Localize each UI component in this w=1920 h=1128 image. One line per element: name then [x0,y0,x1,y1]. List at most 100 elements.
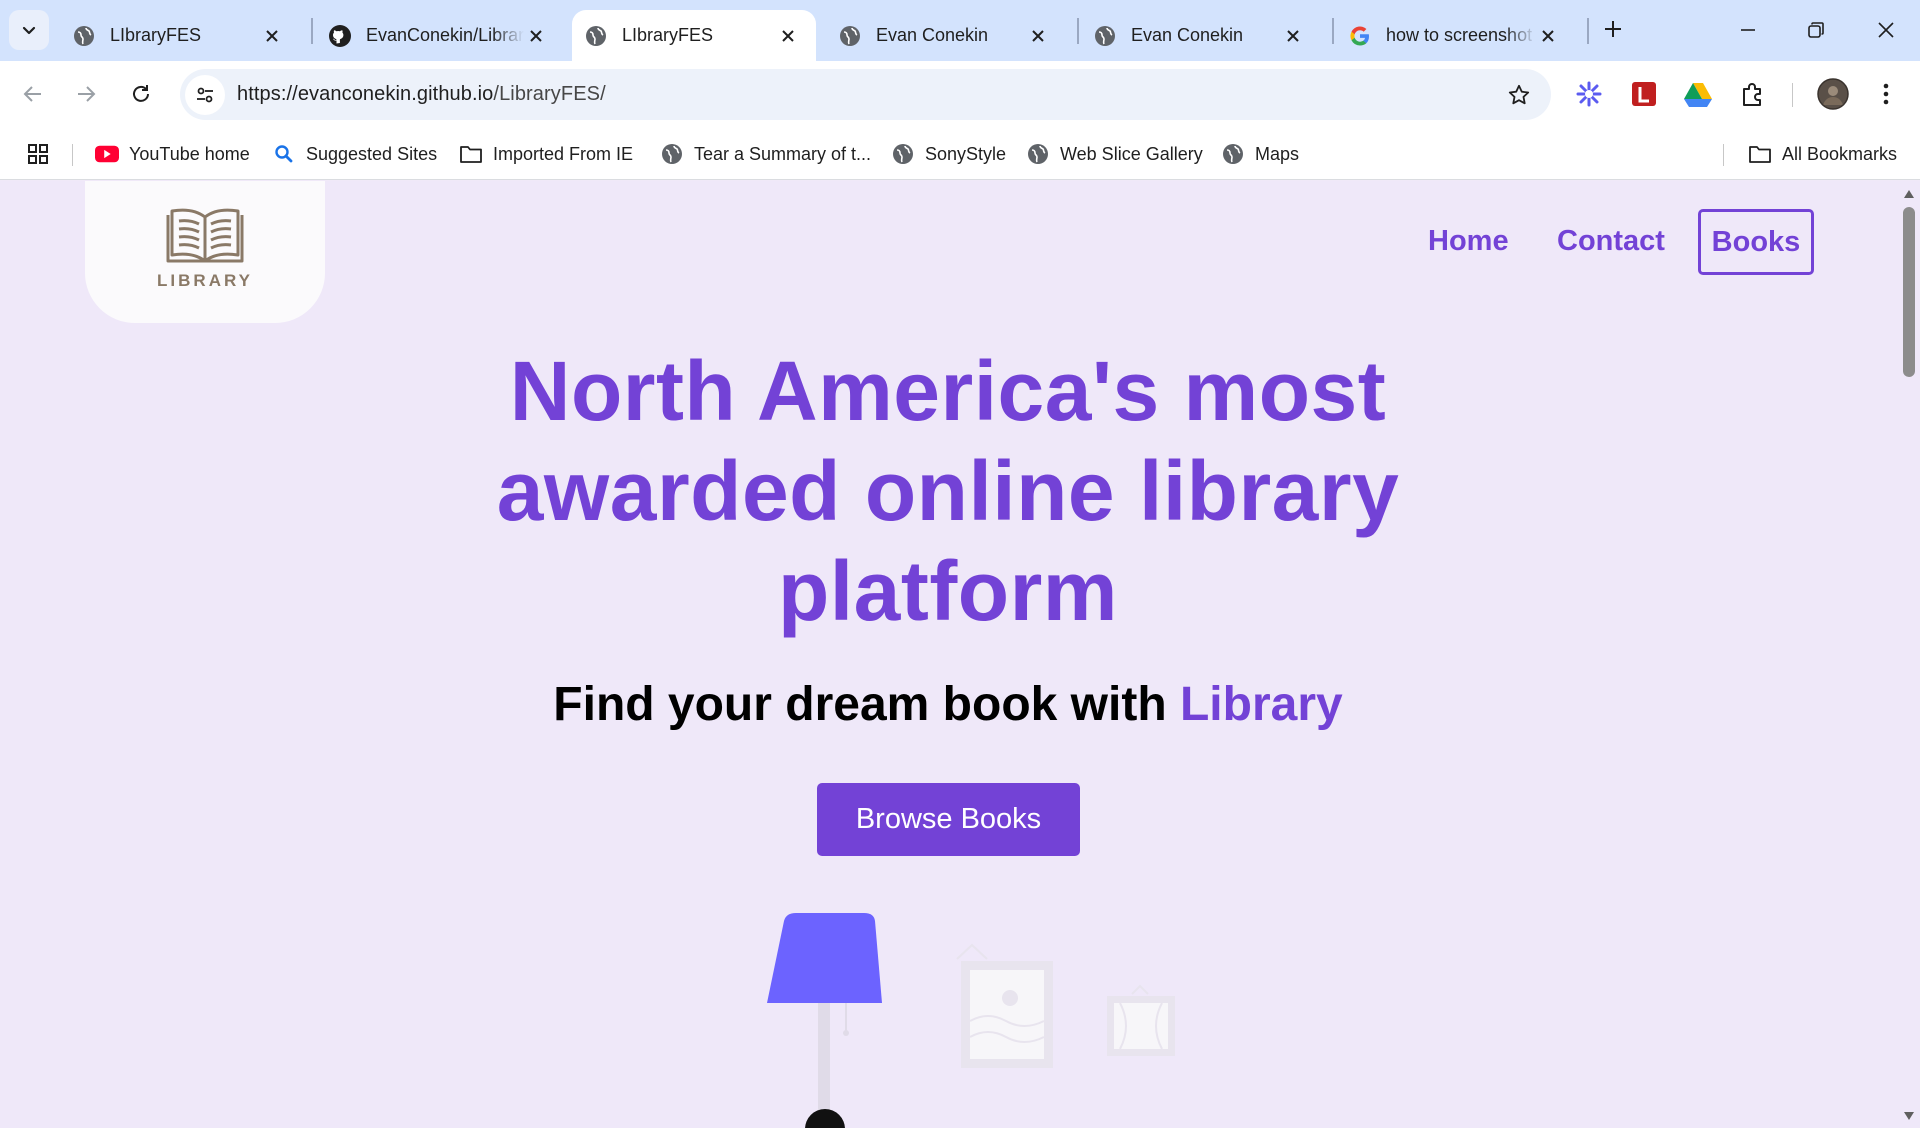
reload-button[interactable] [121,74,161,114]
close-icon[interactable] [1536,24,1560,48]
restore-button[interactable] [1796,10,1836,50]
site-logo[interactable]: LIBRARY [85,181,325,323]
tab-separator [1077,18,1079,44]
browse-books-label: Browse Books [855,803,1042,835]
google-icon [1348,24,1372,48]
new-tab-button[interactable] [1598,14,1628,44]
all-bookmarks-button[interactable]: All Bookmarks [1748,138,1897,170]
bookmark-label: SonyStyle [925,143,1007,164]
apps-grid-icon [26,142,50,166]
globe-icon [1093,24,1117,48]
close-window-button[interactable] [1866,10,1906,50]
avatar [1817,78,1849,110]
globe-icon [72,24,96,48]
reload-icon [133,85,149,102]
bookmark-web-slice-gallery[interactable]: Web Slice Gallery [1026,138,1203,170]
forward-button[interactable] [66,74,106,114]
url-path: /LibraryFES/ [493,83,606,105]
close-icon[interactable] [776,24,800,48]
tab-search-button[interactable] [9,10,49,50]
arrow-right-icon [78,86,96,102]
back-button[interactable] [13,74,53,114]
bookmark-imported-from-ie[interactable]: Imported From IE [459,138,633,170]
tab-evan-conekin-1[interactable]: Evan Conekin [826,10,1066,61]
tab-github-repo[interactable]: EvanConekin/LibraryFES [316,10,564,61]
extensions-button[interactable] [1734,75,1772,113]
folder-icon [1748,142,1772,166]
bookmark-label: Maps [1255,143,1300,164]
profile-button[interactable] [1814,75,1852,113]
close-icon [1878,22,1894,38]
url-text[interactable]: https://evanconekin.github.io/LibraryFES… [237,83,606,106]
more-vert-icon [1883,83,1889,105]
tab-title: LIbraryFES [622,25,714,45]
globe-icon [660,142,684,166]
bookmark-label: YouTube home [129,143,250,164]
tab-evan-conekin-2[interactable]: Evan Conekin [1081,10,1321,61]
hero-subtitle-accent: Library [1179,678,1343,731]
globe-icon [838,24,862,48]
bookmark-star-button[interactable] [1505,81,1533,109]
close-icon[interactable] [1281,24,1305,48]
nav-home-label: Home [1428,225,1509,257]
bookmark-label: Suggested Sites [306,143,438,164]
minimize-icon [1741,29,1755,31]
bookmark-youtube-home[interactable]: YouTube home [95,138,250,170]
tune-icon [197,87,213,102]
wall-frame-small [1107,984,1175,1056]
nav-home[interactable]: Home [1428,208,1509,275]
nav-books[interactable]: Books [1698,209,1814,275]
youtube-icon [95,142,119,166]
extension-l[interactable] [1625,75,1663,113]
tab-title: Evan Conekin [1131,25,1244,45]
scroll-down-icon[interactable] [1903,1111,1915,1121]
bookmarks-bar: YouTube home Suggested Sites Imported Fr… [0,128,1920,180]
bookmark-separator [1723,144,1724,166]
bookmark-suggested-sites[interactable]: Suggested Sites [272,138,437,170]
tab-libraryfes-1[interactable]: LIbraryFES [60,10,300,61]
floor-lamp [767,913,882,1128]
bookmark-label: Imported From IE [493,143,634,164]
star-icon [1508,84,1530,105]
tab-separator [1587,18,1589,44]
menu-button[interactable] [1867,75,1905,113]
scroll-up-icon[interactable] [1903,189,1915,199]
hero-subtitle: Find your dream book with Library [300,677,1596,732]
site-info-button[interactable] [185,74,225,115]
folder-icon [459,142,483,166]
bookmark-label: Tear a Summary of t... [694,143,872,164]
apps-button[interactable] [26,138,60,170]
arrow-left-icon [23,86,41,102]
hero-subtitle-prefix: Find your dream book with [553,678,1167,731]
nav-contact[interactable]: Contact [1557,208,1665,275]
wall-frame-large [956,943,1053,1068]
globe-icon [1026,142,1050,166]
close-icon[interactable] [524,24,548,48]
nav-books-label: Books [1711,225,1801,258]
tab-separator [1332,18,1334,44]
close-icon[interactable] [1026,24,1050,48]
globe-icon [584,24,608,48]
letter-l-icon [1632,82,1656,106]
bookmark-maps[interactable]: Maps [1221,138,1299,170]
hero-title: North America's most awarded online libr… [496,344,1400,638]
minimize-button[interactable] [1728,10,1768,50]
extension-drive[interactable] [1679,75,1717,113]
bookmark-tear-a-summary[interactable]: Tear a Summary of t... [660,138,871,170]
tab-google-search[interactable]: how to screenshot [1336,10,1576,61]
browse-books-button[interactable]: Browse Books [817,783,1080,856]
page-scrollbar[interactable] [1898,181,1920,1128]
extension-asterisk[interactable] [1570,75,1608,113]
tab-title: LIbraryFES [110,25,202,45]
scrollbar-thumb[interactable] [1903,207,1915,377]
library-illustration [767,913,1175,1128]
toolbar-divider [1792,83,1793,107]
bookmark-separator [72,144,73,166]
open-book-icon [166,208,244,263]
tab-libraryfes-active[interactable]: LIbraryFES [572,10,816,61]
close-icon[interactable] [260,24,284,48]
nav-contact-label: Contact [1557,225,1665,257]
address-bar[interactable]: https://evanconekin.github.io/LibraryFES… [180,69,1551,120]
bookmark-sonystyle[interactable]: SonyStyle [891,138,1006,170]
url-host: https://evanconekin.github.io [237,83,494,105]
